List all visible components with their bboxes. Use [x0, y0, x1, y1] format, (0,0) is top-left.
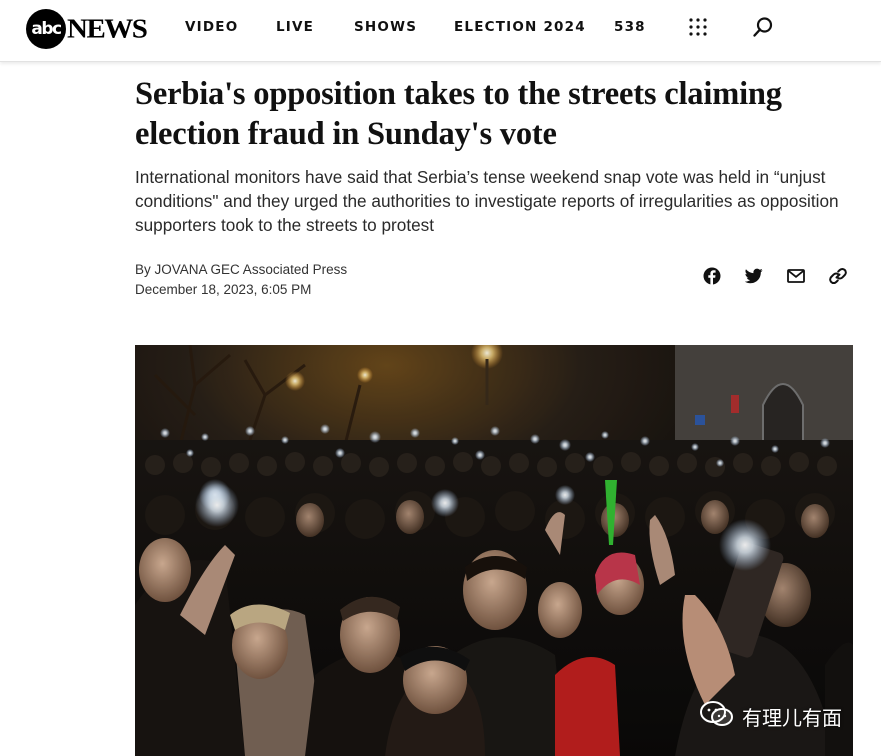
- link-icon[interactable]: [828, 266, 848, 286]
- site-header: abc NEWS VIDEO LIVE SHOWS ELECTION 2024 …: [0, 0, 881, 62]
- wechat-icon: [700, 700, 734, 733]
- abc-news-logo[interactable]: abc NEWS: [26, 9, 148, 49]
- nav-shows[interactable]: SHOWS: [354, 19, 417, 35]
- publish-date: December 18, 2023, 6:05 PM: [135, 282, 312, 297]
- nav-538[interactable]: 538: [614, 19, 646, 35]
- twitter-icon[interactable]: [744, 266, 764, 286]
- abc-logo-circle: abc: [26, 9, 66, 49]
- watermark-text: 有理儿有面: [742, 705, 842, 730]
- facebook-icon[interactable]: [702, 266, 722, 286]
- watermark: 有理儿有面: [700, 700, 842, 732]
- nav-video[interactable]: VIDEO: [185, 19, 238, 35]
- byline-by-label: By: [135, 262, 151, 277]
- search-icon[interactable]: [752, 16, 774, 38]
- nav-live[interactable]: LIVE: [276, 19, 314, 35]
- byline-author-line: By JOVANA GEC Associated Press: [135, 260, 347, 280]
- byline-author[interactable]: JOVANA GEC Associated Press: [155, 262, 348, 277]
- byline: By JOVANA GEC Associated Press December …: [135, 260, 347, 300]
- article-photo[interactable]: [135, 345, 853, 756]
- news-wordmark: NEWS: [67, 13, 148, 44]
- email-icon[interactable]: [786, 266, 806, 286]
- article-headline: Serbia's opposition takes to the streets…: [135, 76, 782, 152]
- grid-menu-icon[interactable]: [689, 18, 707, 36]
- article-dek: International monitors have said that Se…: [135, 167, 839, 235]
- nav-election-2024[interactable]: ELECTION 2024: [454, 19, 586, 35]
